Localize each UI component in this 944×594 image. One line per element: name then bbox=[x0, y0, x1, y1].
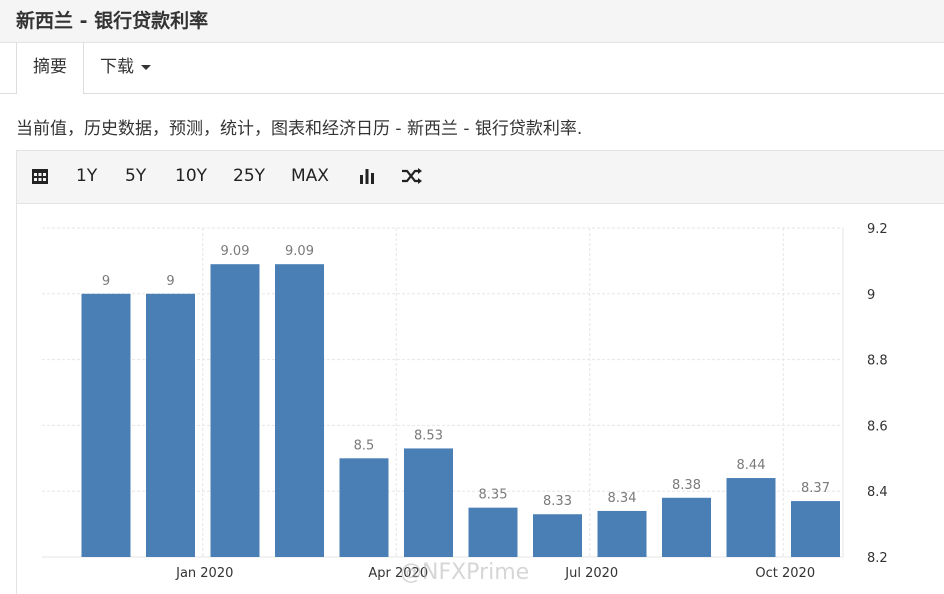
bar-value-label: 9 bbox=[102, 274, 110, 289]
bar-value-label: 9 bbox=[166, 274, 174, 289]
tab-download-label: 下载 bbox=[100, 57, 134, 77]
tab-bar: 摘要 下载 bbox=[0, 43, 944, 94]
chart-toolbar: 1Y 5Y 10Y 25Y MAX bbox=[16, 150, 944, 204]
bar bbox=[81, 293, 131, 557]
bar bbox=[597, 510, 647, 557]
bar-value-label: 8.53 bbox=[414, 428, 443, 443]
range-5y-button[interactable]: 5Y bbox=[125, 151, 146, 203]
bar bbox=[468, 507, 518, 557]
calendar-icon[interactable] bbox=[31, 167, 49, 189]
page-title: 新西兰 - 银行贷款利率 bbox=[16, 10, 209, 32]
y-tick-label: 8.6 bbox=[867, 419, 888, 434]
x-tick-label: Jan 2020 bbox=[175, 566, 233, 581]
bar bbox=[146, 293, 195, 557]
bar-value-label: 8.44 bbox=[737, 458, 766, 473]
y-tick-label: 9 bbox=[867, 288, 875, 303]
bar-chart: 8.2 8.4 8.6 8.8 9 9.2 9 9 9.09 9.09 8.5 8.53 8.35 8.3… bbox=[42, 222, 888, 581]
caret-down-icon bbox=[141, 64, 151, 70]
range-1y-button[interactable]: 1Y bbox=[76, 151, 97, 203]
bar bbox=[275, 264, 324, 557]
page-description: 当前值，历史数据，预测，统计，图表和经济日历 - 新西兰 - 银行贷款利率. bbox=[16, 119, 583, 139]
bar bbox=[726, 478, 776, 557]
bar bbox=[791, 501, 840, 557]
bar-value-label: 8.34 bbox=[608, 491, 637, 506]
bar-value-label: 9.09 bbox=[285, 244, 314, 259]
chart-container: 8.2 8.4 8.6 8.8 9 9.2 9 9 9.09 9.09 8.5 8.53 8.35 8.3… bbox=[16, 203, 944, 594]
bar bbox=[210, 264, 260, 557]
bar-value-label: 8.37 bbox=[801, 481, 830, 496]
bar-value-label: 8.38 bbox=[672, 478, 701, 493]
y-tick-label: 8.2 bbox=[867, 551, 888, 566]
bar-value-label: 8.35 bbox=[479, 488, 508, 503]
x-tick-label: Jul 2020 bbox=[564, 566, 618, 581]
bar-value-label: 8.33 bbox=[543, 494, 572, 509]
y-tick-label: 9.2 bbox=[867, 222, 888, 237]
bar-value-label: 8.5 bbox=[354, 438, 375, 453]
range-max-button[interactable]: MAX bbox=[291, 151, 329, 203]
y-tick-label: 8.8 bbox=[867, 354, 888, 369]
tab-summary[interactable]: 摘要 bbox=[16, 43, 84, 94]
y-tick-label: 8.4 bbox=[867, 485, 888, 500]
watermark: @NFXPrime bbox=[400, 560, 530, 585]
tab-download[interactable]: 下载 bbox=[100, 43, 151, 93]
page-header: 新西兰 - 银行贷款利率 bbox=[0, 0, 944, 43]
bar bbox=[404, 448, 453, 557]
bar-value-label: 9.09 bbox=[221, 244, 250, 259]
x-tick-label: Oct 2020 bbox=[755, 566, 815, 581]
bar-chart-icon[interactable] bbox=[358, 167, 376, 189]
shuffle-icon[interactable] bbox=[401, 167, 423, 189]
bar bbox=[339, 458, 389, 557]
bar bbox=[662, 497, 711, 557]
range-10y-button[interactable]: 10Y bbox=[175, 151, 207, 203]
range-25y-button[interactable]: 25Y bbox=[233, 151, 265, 203]
bar bbox=[533, 514, 582, 557]
